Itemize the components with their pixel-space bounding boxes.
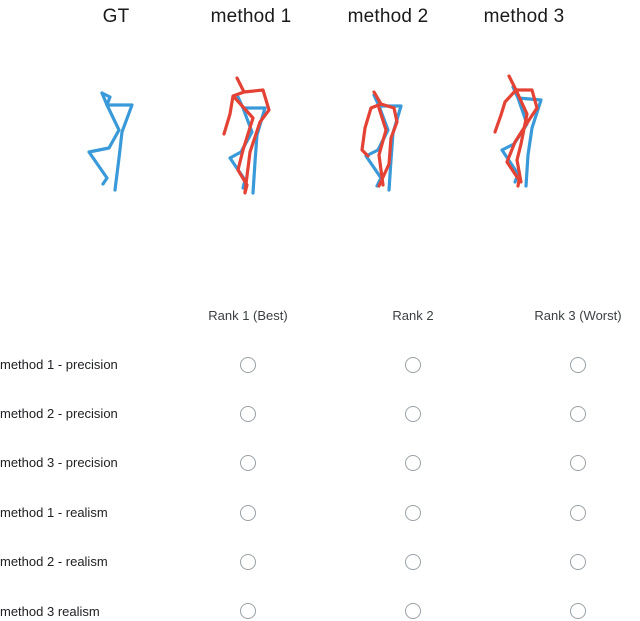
radio-method-2-realism-rank-1[interactable]	[240, 554, 256, 570]
figure-title-method-2: method 2	[347, 6, 429, 27]
radio-method-3-precision-rank-2[interactable]	[405, 455, 421, 471]
radio-method-1-precision-rank-1[interactable]	[240, 357, 256, 373]
radio-method-3-precision-rank-3[interactable]	[570, 455, 586, 471]
radio-method-3-realism-rank-2[interactable]	[405, 603, 421, 619]
figure-title-method-3: method 3	[483, 6, 565, 27]
column-header-rank-1: Rank 1 (Best)	[208, 308, 288, 323]
radio-method-2-precision-rank-3[interactable]	[570, 406, 586, 422]
radio-method-2-precision-rank-2[interactable]	[405, 406, 421, 422]
pose-figure-method-1	[205, 60, 285, 200]
radio-method-2-realism-rank-2[interactable]	[405, 554, 421, 570]
column-header-rank-2: Rank 2	[392, 308, 434, 323]
gt-skeleton	[87, 91, 134, 192]
pose-figure-method-2	[341, 60, 421, 200]
radio-method-1-realism-rank-1[interactable]	[240, 505, 256, 521]
row-label-method-1-precision: method 1 - precision	[0, 357, 118, 372]
row-label-method-2-precision: method 2 - precision	[0, 406, 118, 421]
radio-method-1-precision-rank-3[interactable]	[570, 357, 586, 373]
pose-figure-method-3	[477, 60, 557, 200]
radio-method-3-realism-rank-3[interactable]	[570, 603, 586, 619]
method-1-pred-skeleton	[222, 76, 271, 195]
radio-method-3-precision-rank-1[interactable]	[240, 455, 256, 471]
row-label-method-1-realism: method 1 - realism	[0, 505, 108, 520]
radio-method-1-realism-rank-3[interactable]	[570, 505, 586, 521]
radio-method-3-realism-rank-1[interactable]	[240, 603, 256, 619]
column-header-rank-3: Rank 3 (Worst)	[534, 308, 622, 323]
radio-method-1-precision-rank-2[interactable]	[405, 357, 421, 373]
row-label-method-3-realism: method 3 realism	[0, 604, 100, 619]
pose-figure-gt	[70, 60, 150, 200]
radio-method-2-realism-rank-3[interactable]	[570, 554, 586, 570]
figure-title-method-1: method 1	[210, 6, 292, 27]
radio-method-2-precision-rank-1[interactable]	[240, 406, 256, 422]
row-label-method-3-precision: method 3 - precision	[0, 455, 118, 470]
radio-method-1-realism-rank-2[interactable]	[405, 505, 421, 521]
figure-title-gt: GT	[102, 6, 130, 27]
row-label-method-2-realism: method 2 - realism	[0, 554, 108, 569]
